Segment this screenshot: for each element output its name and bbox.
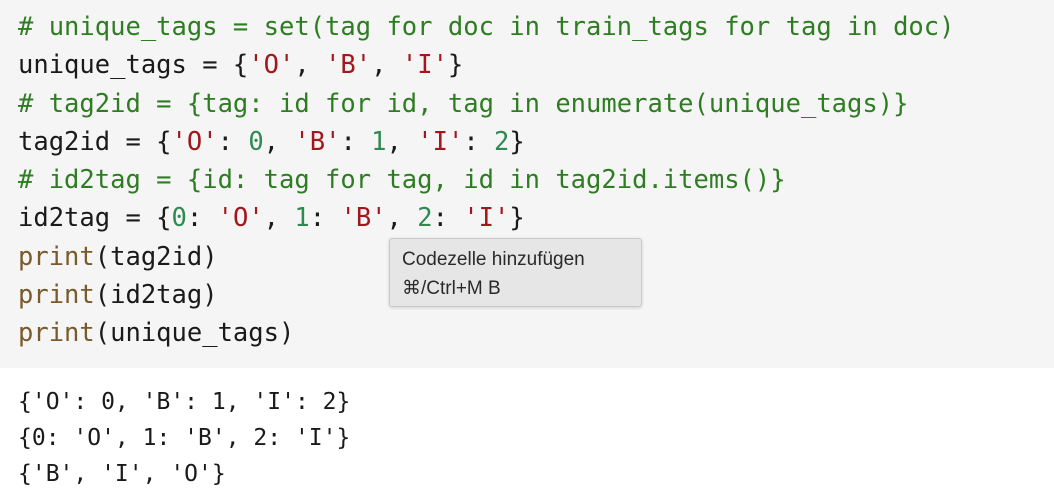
code-token-plain: :	[186, 203, 218, 234]
code-token-builtin: print	[18, 241, 95, 272]
code-token-number: 0	[248, 126, 264, 157]
tooltip-shortcut: ⌘/Ctrl+M B	[402, 278, 501, 299]
output-line: {'B', 'I', 'O'}	[18, 461, 226, 487]
code-token-plain: :	[432, 203, 464, 234]
code-token-builtin: print	[18, 318, 95, 349]
code-line[interactable]: unique_tags = {'O', 'B', 'I'}	[18, 46, 955, 84]
code-line[interactable]: tag2id = {'O': 0, 'B': 1, 'I': 2}	[18, 123, 955, 161]
code-token-number: 1	[294, 203, 310, 234]
code-line[interactable]: id2tag = {0: 'O', 1: 'B', 2: 'I'}	[18, 199, 955, 237]
code-token-plain: ,	[294, 50, 326, 81]
code-token-plain: :	[217, 126, 249, 157]
code-token-string: 'B'	[325, 50, 372, 81]
cell-output: {'O': 0, 'B': 1, 'I': 2} {0: 'O', 1: 'B',…	[18, 384, 350, 492]
code-token-plain: id2tag = {	[18, 203, 172, 234]
code-token-plain: }	[447, 50, 464, 81]
code-token-plain: ,	[371, 50, 402, 81]
code-token-plain: ,	[263, 203, 295, 234]
code-token-number: 2	[417, 203, 433, 234]
code-token-number: 0	[171, 203, 187, 234]
code-token-string: 'I'	[401, 50, 448, 81]
code-token-plain: (tag2id)	[94, 241, 218, 272]
code-token-string: 'O'	[171, 126, 218, 157]
code-token-plain: :	[463, 126, 495, 157]
code-token-string: 'O'	[248, 50, 295, 81]
code-token-builtin: print	[18, 280, 95, 311]
code-token-string: 'I'	[417, 126, 464, 157]
output-line: {'O': 0, 'B': 1, 'I': 2}	[18, 389, 351, 415]
code-line[interactable]: # id2tag = {id: tag for tag, id in tag2i…	[18, 161, 955, 199]
code-token-plain: }	[509, 203, 525, 234]
code-line[interactable]: # tag2id = {tag: id for id, tag in enume…	[18, 85, 955, 123]
code-token-string: 'O'	[217, 203, 264, 234]
output-line: {0: 'O', 1: 'B', 2: 'I'}	[18, 425, 351, 451]
add-code-cell-tooltip: Codezelle hinzufügen ⌘/Ctrl+M B	[389, 238, 642, 307]
code-token-string: 'B'	[294, 126, 341, 157]
code-token-plain: (id2tag)	[94, 280, 218, 311]
code-token-plain: tag2id = {	[18, 126, 172, 157]
code-token-number: 1	[371, 126, 387, 157]
code-token-string: 'B'	[340, 203, 387, 234]
code-token-plain: ,	[386, 126, 418, 157]
code-token-plain: :	[340, 126, 372, 157]
code-token-plain: }	[509, 126, 525, 157]
code-cell[interactable]: # unique_tags = set(tag for doc in train…	[0, 0, 1054, 368]
code-token-plain: ,	[263, 126, 295, 157]
code-token-comment: # unique_tags = set(tag for doc in train…	[18, 12, 955, 42]
code-token-comment: # id2tag = {id: tag for tag, id in tag2i…	[18, 165, 786, 196]
code-token-string: 'I'	[463, 203, 510, 234]
code-token-plain: unique_tags = {	[18, 50, 249, 81]
code-token-comment: # tag2id = {tag: id for id, tag in enume…	[18, 88, 909, 119]
code-token-plain: :	[309, 203, 341, 234]
code-token-plain: ,	[386, 203, 418, 234]
code-line[interactable]: print(unique_tags)	[18, 314, 955, 352]
notebook-page: # unique_tags = set(tag for doc in train…	[0, 0, 1054, 504]
tooltip-title: Codezelle hinzufügen	[402, 249, 585, 270]
code-token-plain: (unique_tags)	[94, 318, 295, 349]
code-token-number: 2	[494, 126, 510, 157]
code-line[interactable]: # unique_tags = set(tag for doc in train…	[18, 8, 955, 46]
